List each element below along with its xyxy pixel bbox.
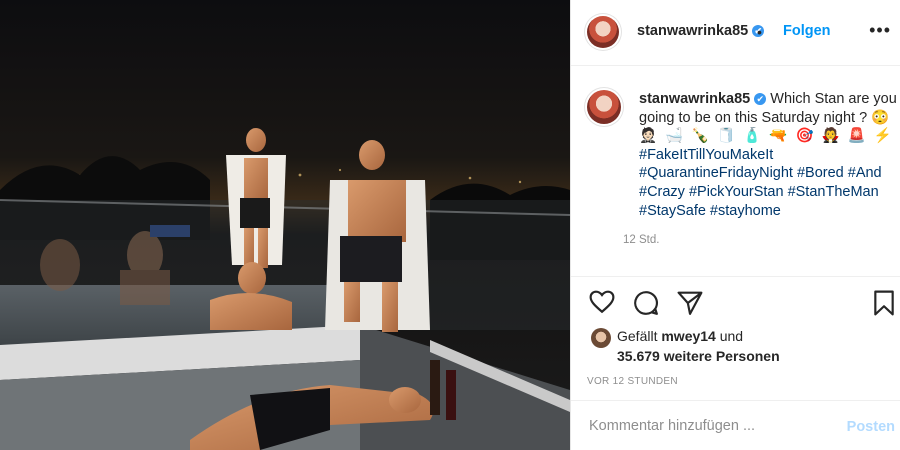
instagram-post: stanwawrinka85 ✔ • Folgen ••• stanwawrink… <box>0 0 900 450</box>
caption-username[interactable]: stanwawrinka85 <box>639 91 750 107</box>
post-sidebar: stanwawrinka85 ✔ • Folgen ••• stanwawrink… <box>570 0 900 450</box>
comment-icon[interactable] <box>633 290 659 316</box>
photo-scene <box>0 0 570 450</box>
comment-input[interactable] <box>589 418 829 434</box>
caption-avatar[interactable] <box>587 90 621 124</box>
likes-line-1: Gefällt mwey14 und <box>617 328 743 344</box>
more-options-icon[interactable]: ••• <box>869 20 891 41</box>
author-avatar[interactable] <box>587 16 619 48</box>
liker-avatar[interactable] <box>591 328 611 348</box>
comment-box: Posten <box>571 400 900 450</box>
heart-icon[interactable] <box>589 290 615 314</box>
header-separator: • <box>757 24 762 40</box>
caption-hashtags[interactable]: #FakeItTillYouMakeIt #QuarantineFridayNi… <box>639 147 882 219</box>
post-photo[interactable] <box>0 0 570 450</box>
likes-prefix: Gefällt <box>617 328 658 344</box>
follow-button[interactable]: Folgen <box>783 23 831 39</box>
author-username[interactable]: stanwawrinka85 ✔ <box>637 23 765 39</box>
caption-verified-icon: ✔ <box>754 93 767 105</box>
post-comment-button[interactable]: Posten <box>847 419 895 435</box>
divider <box>571 276 900 277</box>
author-username-text[interactable]: stanwawrinka85 <box>637 23 748 39</box>
likes-user[interactable]: mwey14 <box>661 328 715 344</box>
likes-conj: und <box>719 328 744 344</box>
send-icon[interactable] <box>677 291 703 315</box>
caption-emoji-1: 😳 <box>871 109 890 126</box>
caption-text: stanwawrinka85 ✔ Which Stan are you going… <box>639 90 900 220</box>
likes-count[interactable]: 35.679 weitere Personen <box>617 348 780 364</box>
caption-time: 12 Std. <box>623 234 660 246</box>
post-header: stanwawrinka85 ✔ • Folgen ••• <box>571 0 900 66</box>
bookmark-icon[interactable] <box>873 290 895 316</box>
post-timestamp[interactable]: VOR 12 STUNDEN <box>587 376 678 387</box>
caption-emoji-2: 🤵🏻 🛁 🍾 🧻 🧴 🔫 🎯 🧛 🚨 ⚡ <box>639 128 894 145</box>
